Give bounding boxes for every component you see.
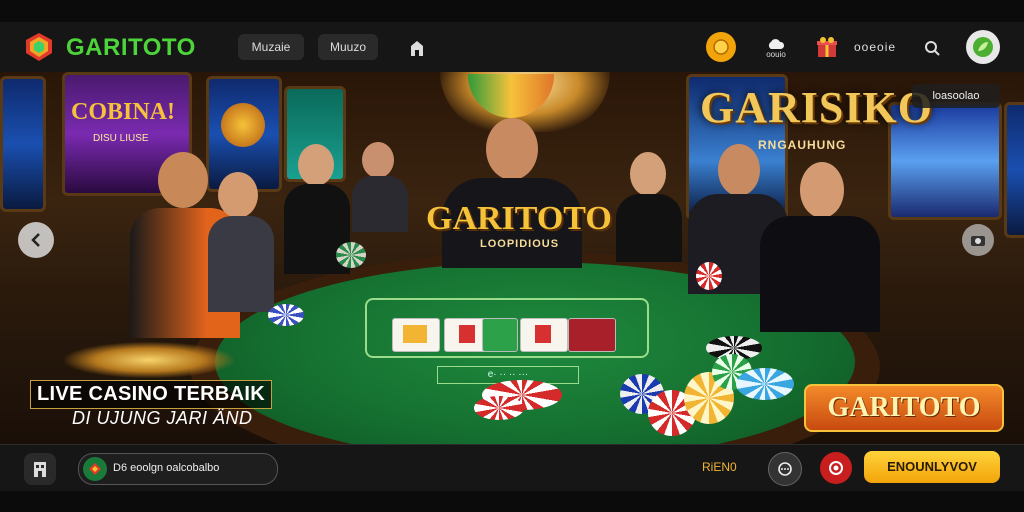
slot-subtitle: DISU LIUSE xyxy=(93,133,149,144)
poker-chip-stack xyxy=(474,396,524,420)
cta-badge[interactable]: GARITOTO xyxy=(804,384,1004,432)
player-figure xyxy=(352,142,408,232)
slot-machine xyxy=(0,76,46,212)
chat-icon xyxy=(778,462,792,476)
playing-card xyxy=(520,318,568,352)
coin-label: oouio xyxy=(766,49,786,59)
gift-icon[interactable] xyxy=(812,32,842,62)
playing-card xyxy=(482,318,518,352)
tagline-line2: DI UJUNG JARI ÄND xyxy=(72,408,253,428)
chat-button[interactable] xyxy=(768,452,802,486)
leaf-icon xyxy=(973,37,993,57)
poker-chip-stack xyxy=(696,262,722,290)
center-logo-sub: LOOPIDIOUS xyxy=(480,238,560,250)
promo-text: D6 eoolgn oalcobalbo xyxy=(113,462,220,474)
top-right-badge[interactable]: loasoolao xyxy=(912,84,1000,108)
slot-machine xyxy=(1004,102,1024,238)
nav-item-muzaie[interactable]: Muzaie xyxy=(238,34,304,60)
promo-pill[interactable]: D6 eoolgn oalcobalbo xyxy=(78,453,278,485)
gold-emblem-icon xyxy=(64,342,234,378)
player-figure xyxy=(208,172,278,312)
home-icon[interactable] xyxy=(404,35,430,61)
app-frame: GARITOTO Muzaie Muuzo oouio ooeoie COBIN… xyxy=(0,0,1024,512)
search-icon[interactable] xyxy=(918,34,946,62)
playing-card xyxy=(392,318,440,352)
top-bar: GARITOTO Muzaie Muuzo oouio ooeoie xyxy=(0,22,1024,73)
building-icon xyxy=(34,462,46,477)
primary-cta-button[interactable]: ENOUNLYVOV xyxy=(864,451,1000,483)
logo-gem-icon[interactable] xyxy=(24,32,54,62)
wallet-button[interactable]: oouio xyxy=(758,30,794,66)
nav-item-muuzo[interactable]: Muuzo xyxy=(318,34,378,60)
casino-scene: COBINA! DISU LIUSE GARISIKO RNGAUHUNG lo… xyxy=(0,72,1024,444)
record-icon xyxy=(829,461,843,475)
player-figure xyxy=(616,152,686,262)
poker-chip-stack xyxy=(336,242,366,268)
app-button[interactable] xyxy=(24,453,56,485)
tagline-line1: LIVE CASINO TERBAIK xyxy=(30,380,272,409)
casino-logo: GARISIKO xyxy=(700,83,933,132)
coin-icon[interactable] xyxy=(706,32,736,62)
camera-icon xyxy=(971,236,985,246)
counter-label[interactable]: ooeoie xyxy=(854,40,896,54)
brand-name[interactable]: GARITOTO xyxy=(66,34,196,62)
poker-chip-stack xyxy=(268,304,304,326)
cloud-icon xyxy=(768,38,785,49)
center-logo: GARITOTO xyxy=(426,200,612,237)
poker-chip-stack xyxy=(736,368,794,400)
shield-icon xyxy=(83,457,107,481)
carousel-prev-button[interactable] xyxy=(18,222,54,258)
slot-title: COBINA! xyxy=(71,99,176,125)
playing-card xyxy=(568,318,616,352)
bottom-bar: D6 eoolgn oalcobalbo RiEN0 ENOUNLYVOV xyxy=(0,444,1024,491)
footer-link[interactable]: RiEN0 xyxy=(702,460,737,474)
chevron-left-icon xyxy=(31,233,40,247)
player-figure xyxy=(760,162,880,332)
avatar[interactable] xyxy=(966,30,1000,64)
live-button[interactable] xyxy=(820,452,852,484)
camera-button[interactable] xyxy=(962,224,994,256)
